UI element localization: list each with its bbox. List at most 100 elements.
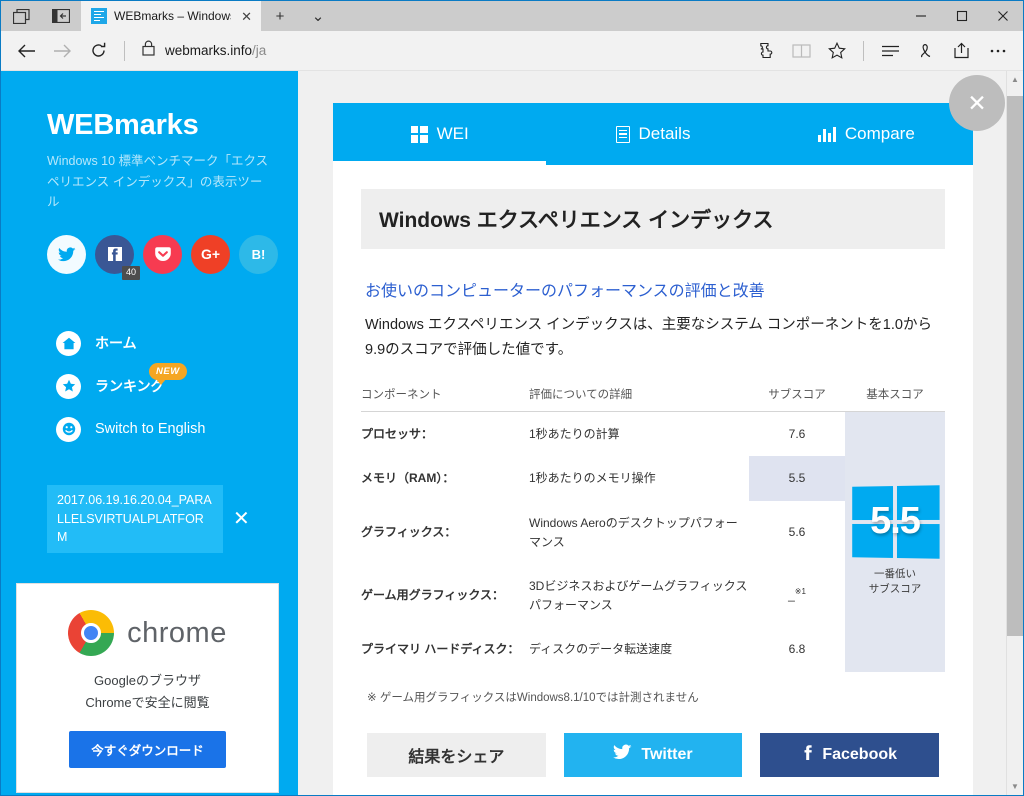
result-body: Windows エクスペリエンス インデックス お使いのコンピューターのパフォー… [333,165,973,795]
col-component: コンポーネント [361,385,529,412]
main-content: WEI Details Compare ✕ Windows エクスペリエンス イ… [333,71,1023,795]
share-button-row: 結果をシェア Twitter Facebook [361,705,945,795]
reading-view-icon[interactable] [784,35,818,67]
hub-icon[interactable] [873,35,907,67]
cell-detail: 3Dビジネスおよびゲームグラフィックス パフォーマンス [529,579,748,612]
tab-compare[interactable]: Compare [760,103,973,165]
chrome-logo-icon [68,610,115,657]
web-note-icon[interactable] [909,35,943,67]
tab-details[interactable]: Details [546,103,759,165]
chrome-ad-copy-line2: Chromeで安全に閲覧 [85,694,210,710]
url-path: /ja [252,43,267,58]
document-icon [615,125,630,143]
scrollbar-thumb[interactable] [1006,96,1023,636]
tab-preview-button[interactable] [1,1,41,31]
cell-detail: 1秒あたりのメモリ操作 [529,471,656,486]
tab-wei[interactable]: WEI [333,103,547,165]
site-tagline: Windows 10 標準ベンチマーク「エクスペリエンス インデックス」の表示ツ… [47,154,269,210]
more-icon[interactable] [981,35,1015,67]
bar-chart-icon [817,126,836,142]
facebook-icon [802,743,813,766]
tab-wei-label: WEI [436,124,469,143]
twitter-share-icon[interactable] [47,234,86,274]
sidebar-item-switch-language[interactable]: Switch to English [1,408,298,451]
result-card: WEI Details Compare ✕ Windows エクスペリエンス イ… [333,75,1005,795]
minimize-button[interactable] [900,1,941,31]
cell-subscore: 5.6 [788,525,806,540]
machine-name-chip[interactable]: 2017.06.19.16.20.04_PARALLELSVIRTUALPLAT… [47,484,223,554]
sidebar-item-home[interactable]: ホーム [1,322,298,365]
share-twitter-button[interactable]: Twitter [563,732,743,777]
refresh-button[interactable] [81,35,115,67]
share-icon[interactable] [945,35,979,67]
tab-dropdown-icon[interactable]: ⌄ [299,1,337,31]
wei-score-table: コンポーネント 評価についての詳細 サブスコア 基本スコア プロセッサ： 1秒あ… [361,385,945,672]
pocket-share-icon[interactable] [143,234,182,274]
google-plus-share-icon[interactable]: G+ [191,234,230,274]
chrome-download-button[interactable]: 今すぐダウンロード [69,731,226,768]
set-aside-tabs-button[interactable] [41,1,81,31]
tab-close-icon[interactable]: ✕ [238,10,255,23]
chrome-ad-box: chrome Googleのブラウザ Chromeで安全に閲覧 今すぐダウンロー… [16,583,279,793]
tab-title: WEBmarks – Windows 1 [114,9,231,23]
facebook-share-icon[interactable]: 40 [95,234,140,280]
base-caption-line1: 一番低い [874,567,916,580]
new-tab-button[interactable]: + [261,1,299,31]
page-scrollbar[interactable]: ▲ ▼ [1006,71,1023,795]
site-sidebar: WEBmarks Windows 10 標準ベンチマーク「エクスペリエンス イン… [1,71,298,795]
globe-icon [56,416,81,442]
scroll-up-arrow-icon[interactable]: ▲ [1011,71,1019,88]
toolbar-divider-2 [863,40,864,61]
cell-component: ゲーム用グラフィックス： [361,588,505,603]
twitter-icon [613,744,632,765]
lock-icon [142,40,155,61]
url-field[interactable]: webmarks.info/ja [134,40,746,61]
back-button[interactable] [9,35,43,67]
base-score-block: 5.5 一番低い サブスコア [845,484,945,599]
close-window-button[interactable] [982,1,1023,31]
machine-chip-close-icon[interactable]: ✕ [233,509,250,529]
cell-detail: Windows Aeroのデスクトップパフォーマンス [529,515,738,549]
col-detail: 評価についての詳細 [529,385,749,412]
close-panel-button[interactable]: ✕ [949,75,1005,131]
title-bar-drag-area [337,1,900,31]
favorites-star-icon[interactable] [820,35,854,67]
star-icon [56,373,81,399]
windows-icon [410,125,428,143]
share-facebook-button[interactable]: Facebook [760,732,940,777]
cell-detail: ディスクのデータ転送速度 [529,642,673,657]
sidebar-nav: ホーム ランキング NEW Switch to English [1,274,298,451]
chrome-wordmark: chrome [127,616,227,649]
machine-chip-row: 2017.06.19.16.20.04_PARALLELSVIRTUALPLAT… [1,451,298,554]
share-twitter-label: Twitter [641,745,693,763]
scrollbar-track[interactable] [1006,88,1023,778]
col-subscore: サブスコア [749,385,845,412]
chrome-ad-copy-line1: Googleのブラウザ [94,673,201,689]
table-row: プロセッサ： 1秒あたりの計算 7.6 5.5 一番低い サブスコア [361,411,945,672]
toolbar-divider [124,40,125,61]
table-footnote: ※ ゲーム用グラフィックスはWindows8.1/10では計測されません [367,691,699,704]
hatena-bookmark-share-icon[interactable]: B! [239,234,278,274]
browser-tab[interactable]: WEBmarks – Windows 1 ✕ [81,1,261,31]
scroll-down-arrow-icon[interactable]: ▼ [1011,778,1019,795]
cell-subscore: _※1 [749,564,845,627]
tab-favicon-icon [91,8,107,24]
cell-component: グラフィックス： [361,525,457,540]
cell-subscore: 7.6 [788,426,806,441]
cell-component: メモリ（RAM）： [361,471,455,486]
share-result-button[interactable]: 結果をシェア [367,732,546,777]
sidebar-item-ranking[interactable]: ランキング NEW [1,362,298,408]
facebook-count: 40 [121,266,140,280]
browser-window: WEBmarks – Windows 1 ✕ + ⌄ [0,0,1024,796]
url-text: webmarks.info/ja [165,43,266,58]
toolbar-icons [748,35,1015,67]
cell-component: プロセッサ： [361,426,434,441]
maximize-button[interactable] [941,1,982,31]
layout-gutter [298,71,333,795]
base-score-value: 5.5 [870,499,921,542]
forward-button[interactable] [45,35,79,67]
share-facebook-label: Facebook [822,745,898,763]
puzzle-icon[interactable] [748,35,782,67]
base-score-cell: 5.5 一番低い サブスコア [845,411,945,672]
table-header-row: コンポーネント 評価についての詳細 サブスコア 基本スコア [361,385,945,412]
